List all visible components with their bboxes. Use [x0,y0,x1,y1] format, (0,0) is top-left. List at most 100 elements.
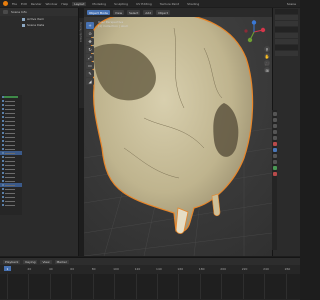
channel-name-line [5,132,15,134]
channel-list [0,95,22,215]
world-tab-icon[interactable] [272,136,277,140]
channel-color-swatch [2,140,4,142]
channel-name-line [5,116,15,118]
sidebar-tab-label[interactable]: Overlay Options [79,22,82,42]
menu-file[interactable]: File [12,2,17,6]
scene-tab-icon[interactable] [272,130,277,134]
data-tab-icon[interactable] [272,166,277,170]
channel-name-line [5,172,15,174]
gizmo-neg-x-ball[interactable] [244,29,248,33]
menu-help[interactable]: Help [61,2,68,6]
measure-tool-icon[interactable]: ◢ [86,78,94,85]
tool-shelf: + ⊙ ✥ ↻ ⤢ ▭ ✎ ◢ [86,22,94,85]
material-tab-icon[interactable] [272,172,277,176]
outliner-row[interactable] [275,21,298,26]
channel-name-line [5,124,15,126]
menu-object[interactable]: Object [156,10,170,15]
outliner-row[interactable] [275,27,298,32]
channel-name-line [5,184,15,186]
modifier-tab-icon[interactable] [272,148,277,152]
timeline-editor: Playback Keying View Marker 020406080100… [0,257,300,300]
frame-grid-line [135,274,137,299]
playhead[interactable]: 1 [4,266,11,271]
channel-color-swatch [2,132,4,134]
physics-tab-icon[interactable] [272,160,277,164]
gizmo-y-ball[interactable] [247,37,253,43]
outliner-row[interactable] [275,9,298,14]
frame-tick-label: 120 [134,267,141,271]
blender-logo-icon[interactable] [3,1,8,6]
cursor-tool-icon[interactable]: ⊙ [86,30,94,37]
navigation-gizmo-icon[interactable] [242,20,266,44]
channel-name-line [5,160,15,162]
channel-color-swatch [2,204,4,206]
frame-grid-line [71,274,73,299]
3d-viewport[interactable]: Object Mode View Select Add Object User … [84,8,272,256]
particles-tab-icon[interactable] [272,154,277,158]
workspace-tab-shading[interactable]: Shading [185,2,201,6]
channel-color-swatch [2,192,4,194]
viewport-scene[interactable] [84,8,272,256]
frame-ruler[interactable]: 020406080100120140160180200220240260 [0,267,300,273]
menu-playback[interactable]: Playback [3,259,21,264]
outliner-row[interactable] [275,39,298,44]
channel-row[interactable] [0,203,22,207]
active-channel-bar [4,96,18,98]
render-tab-icon[interactable] [272,118,277,122]
transform-tool-icon[interactable]: ▭ [86,62,94,69]
channel-color-swatch [2,108,4,110]
rotate-tool-icon[interactable]: ↻ [86,46,94,53]
item-icon [22,23,25,27]
outliner-row[interactable] [275,15,298,20]
tool-tab-icon[interactable] [272,112,277,116]
zoom-icon[interactable]: ⚲ [264,46,270,52]
frame-grid-line [242,274,244,299]
channel-color-swatch [2,128,4,130]
scene-selector[interactable]: Scene [287,2,296,6]
channel-color-swatch [2,188,4,190]
ortho-grid-icon[interactable]: ⊞ [264,67,270,73]
channel-name-line [5,200,15,202]
channel-color-swatch [2,120,4,122]
menu-render[interactable]: Render [31,2,42,6]
timeline-track-area[interactable] [0,274,300,299]
left-panel-row[interactable]: Scene Data [0,22,78,28]
scale-tool-icon[interactable]: ⤢ [86,54,94,61]
workspace-tab-uv[interactable]: UV Editing [134,2,154,6]
gizmo-z-ball[interactable] [251,20,257,25]
menu-select[interactable]: Select [127,10,141,15]
frame-tick-label: 20 [27,267,32,271]
left-panel-header: Scene Info [0,8,78,16]
menu-timeline-view[interactable]: View [40,259,52,264]
menu-view[interactable]: View [112,10,125,15]
outliner-row[interactable] [275,33,298,38]
object-tab-icon[interactable] [272,142,277,146]
gizmo-x-ball[interactable] [260,27,266,33]
menu-window[interactable]: Window [46,2,58,6]
editor-type-button[interactable] [3,10,8,14]
move-tool-icon[interactable]: ✥ [86,38,94,45]
channel-color-swatch [2,104,4,106]
workspace-tab-layout[interactable]: Layout [72,1,87,6]
viewport-header: Object Mode View Select Add Object [84,8,272,17]
outliner-row[interactable] [275,51,298,56]
select-tool-icon[interactable]: + [86,22,94,29]
viewport-info-overlay: User Perspective (1) Collection | skull [98,20,128,28]
menu-marker[interactable]: Marker [54,259,69,264]
frame-grid-line [285,274,287,299]
pan-hand-icon[interactable]: ✋ [264,53,270,59]
outliner-row[interactable] [275,45,298,50]
menu-add[interactable]: Add [143,10,154,15]
workspace-tab-sculpting[interactable]: Sculpting [112,2,130,6]
workspace-tab-modeling[interactable]: Modeling [90,2,108,6]
menu-edit[interactable]: Edit [21,2,27,6]
mode-selector[interactable]: Object Mode [87,10,110,15]
channel-name-line [5,192,15,194]
workspace-tab-texture[interactable]: Texture Paint [158,2,181,6]
channel-color-swatch [2,156,4,158]
camera-icon[interactable]: 🎥 [264,60,270,66]
annotate-tool-icon[interactable]: ✎ [86,70,94,77]
menu-keying[interactable]: Keying [23,259,38,264]
channel-color-swatch [2,116,4,118]
output-tab-icon[interactable] [272,124,277,128]
